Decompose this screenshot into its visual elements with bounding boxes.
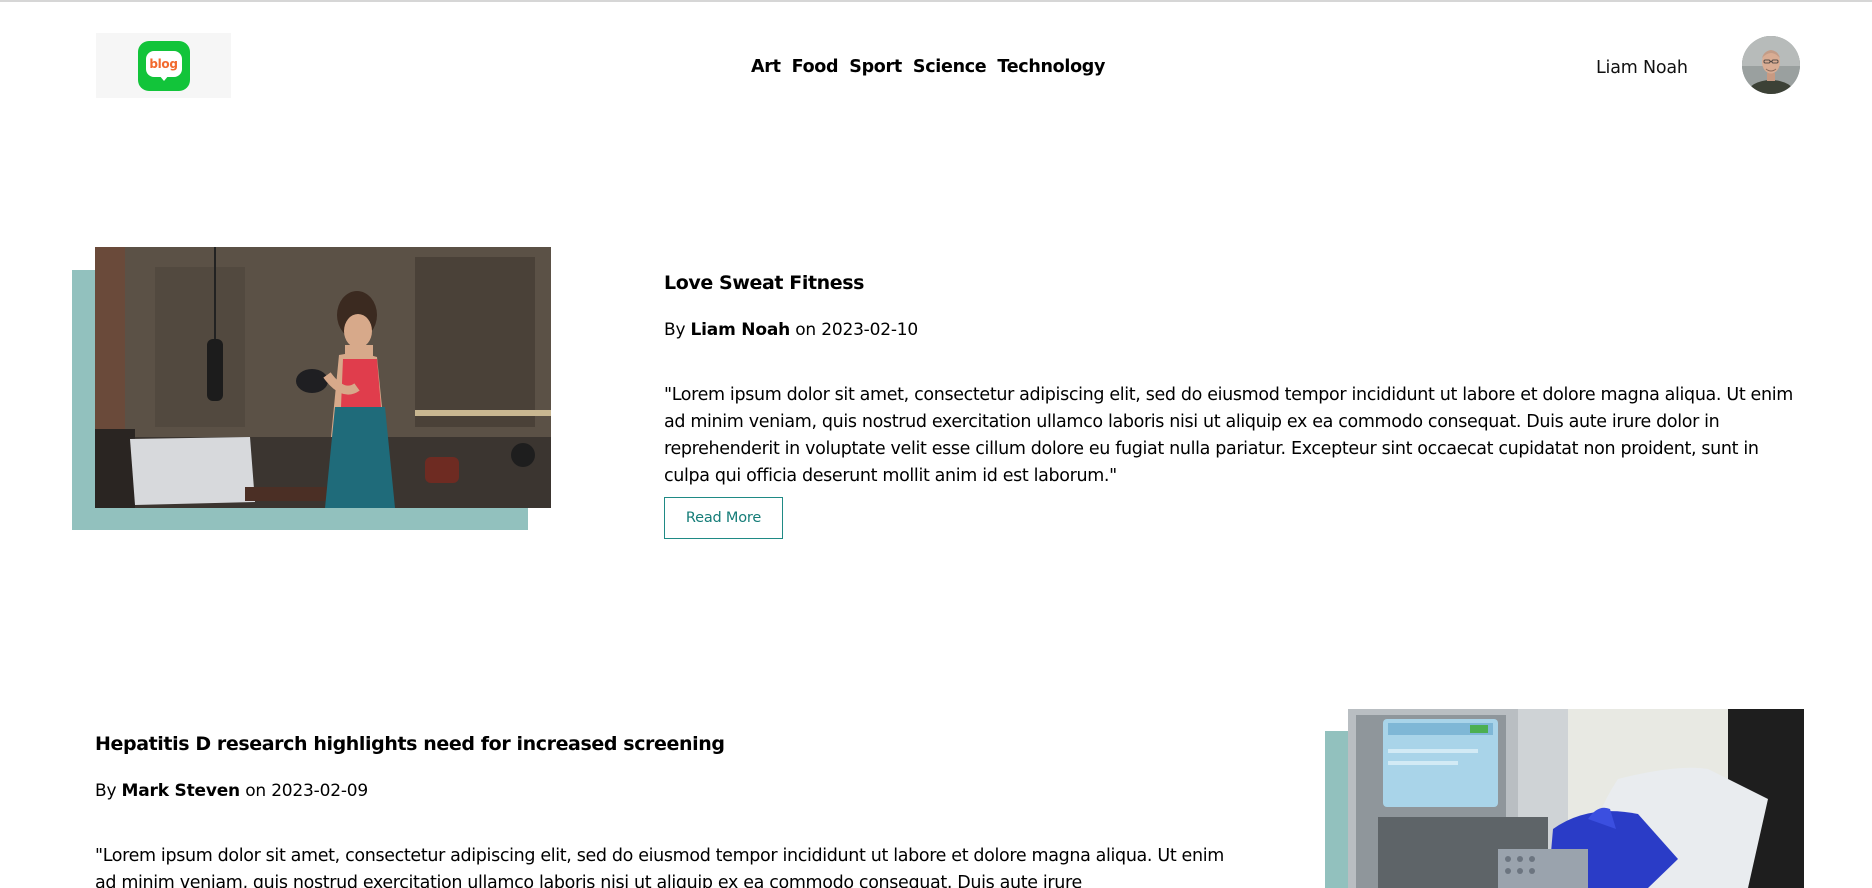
article-1-by-label: By <box>664 320 686 340</box>
logo-text: blog <box>149 56 178 71</box>
article-1-on-label: on <box>795 320 816 340</box>
article-1-byline: By Liam Noah on 2023-02-10 <box>664 320 918 340</box>
top-border <box>0 0 1872 2</box>
nav-link-food[interactable]: Food <box>792 57 839 77</box>
article-1-author[interactable]: Liam Noah <box>691 320 791 340</box>
user-avatar-icon <box>1742 36 1800 94</box>
site-logo[interactable]: blog <box>96 33 231 98</box>
chat-bubble-tail <box>158 74 169 81</box>
nav-link-sport[interactable]: Sport <box>849 57 902 77</box>
article-2-author[interactable]: Mark Steven <box>122 781 241 801</box>
category-nav: Art Food Sport Science Technology <box>751 57 1105 77</box>
article-2-date: 2023-02-09 <box>271 781 368 801</box>
nav-link-technology[interactable]: Technology <box>997 57 1105 77</box>
fitness-photo <box>95 247 551 508</box>
article-1-title[interactable]: Love Sweat Fitness <box>664 272 864 294</box>
article-2-on-label: on <box>245 781 266 801</box>
user-name[interactable]: Liam Noah <box>1596 58 1688 78</box>
nav-link-science[interactable]: Science <box>913 57 987 77</box>
blog-logo-icon: blog <box>137 40 190 91</box>
read-more-button[interactable]: Read More <box>664 497 783 539</box>
avatar[interactable] <box>1742 36 1800 94</box>
nav-link-art[interactable]: Art <box>751 57 781 77</box>
article-1-image[interactable] <box>95 247 551 508</box>
article-2-excerpt: "Lorem ipsum dolor sit amet, consectetur… <box>95 846 1224 888</box>
article-2-by-label: By <box>95 781 117 801</box>
article-1-excerpt: "Lorem ipsum dolor sit amet, consectetur… <box>664 385 1793 486</box>
article-2-image[interactable] <box>1348 709 1804 888</box>
article-2-title[interactable]: Hepatitis D research highlights need for… <box>95 733 725 755</box>
article-1-date: 2023-02-10 <box>821 320 919 340</box>
lab-photo <box>1348 709 1804 888</box>
article-2-byline: By Mark Steven on 2023-02-09 <box>95 781 368 801</box>
chat-bubble-icon: blog <box>145 50 182 77</box>
